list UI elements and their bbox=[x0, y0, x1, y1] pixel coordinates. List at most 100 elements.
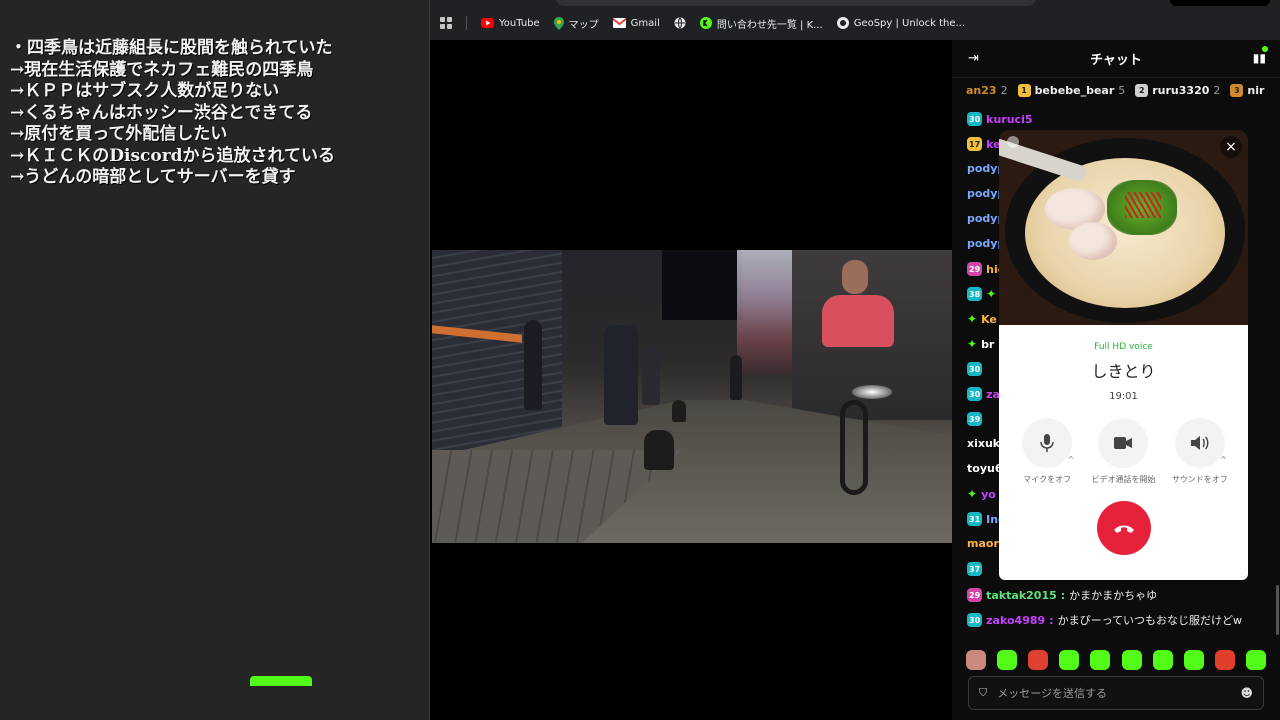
start-video-button[interactable]: ビデオ通話を開始 bbox=[1088, 418, 1158, 485]
subscriber-badge: 29 bbox=[967, 262, 983, 276]
chat-message: ✦ yo bbox=[967, 487, 996, 501]
call-panel: Full HD voice しきとり 19:01 ^ マイクをオフ ビデオ通話を… bbox=[999, 325, 1248, 580]
chevron-up-icon[interactable]: ^ bbox=[1220, 455, 1227, 464]
subscriber-badge: 29 bbox=[967, 588, 983, 602]
control-label: サウンドをオフ bbox=[1171, 475, 1228, 484]
end-call-button[interactable] bbox=[1096, 501, 1151, 555]
video-night-sky bbox=[662, 250, 742, 320]
emote-icon[interactable] bbox=[1152, 650, 1173, 670]
maps-icon bbox=[553, 16, 564, 30]
geospy-icon bbox=[836, 17, 849, 29]
chat-username[interactable]: toyu6 bbox=[967, 462, 1002, 475]
chat-message: 30 zako4989: かまぴーっていつもおなじ服だけどw bbox=[967, 612, 1242, 628]
note-line: →くるちゃんはホッシー渋谷とできてる bbox=[10, 102, 313, 123]
chat-title: チャット bbox=[1090, 53, 1142, 68]
subscriber-badge: 17 bbox=[967, 137, 983, 151]
bookmark-maps[interactable]: マップ bbox=[553, 16, 599, 31]
chat-username[interactable]: taktak2015 bbox=[986, 589, 1057, 602]
emote-icon[interactable] bbox=[966, 650, 986, 670]
leader-name: nir bbox=[1247, 83, 1265, 97]
note-line: →原付を買って外配信したい bbox=[10, 124, 228, 144]
caller-photo: × bbox=[999, 130, 1248, 325]
emoji-picker-icon[interactable]: ☻ bbox=[1240, 686, 1253, 700]
bookmark-label: マップ bbox=[568, 19, 599, 31]
chat-message: ✦ br bbox=[967, 337, 994, 351]
leader-count: 5 bbox=[1118, 83, 1126, 97]
stream-video-frame bbox=[432, 250, 952, 543]
emote-icon[interactable] bbox=[1090, 650, 1111, 670]
call-controls: ^ マイクをオフ ビデオ通話を開始 ^ サウンドをオフ bbox=[999, 418, 1248, 485]
apps-grid-icon[interactable] bbox=[440, 17, 452, 29]
chat-username[interactable]: Ke bbox=[981, 313, 997, 326]
chat-username[interactable]: kuruci5 bbox=[986, 113, 1032, 126]
close-icon[interactable]: × bbox=[1220, 136, 1242, 158]
chat-message-text: かまかまかちゃゆ bbox=[1069, 589, 1158, 602]
chat-scrollbar[interactable] bbox=[1276, 585, 1279, 635]
leaderboard-icon[interactable]: ▮▮ bbox=[1253, 51, 1266, 65]
youtube-icon bbox=[481, 18, 494, 28]
note-line: →ＫＰＰはサブスク人数が足りない bbox=[10, 81, 280, 101]
emote-icon[interactable] bbox=[1121, 650, 1142, 670]
emote-icon[interactable] bbox=[1214, 650, 1235, 670]
chat-username[interactable]: br bbox=[981, 338, 994, 351]
leaderboard-entry[interactable]: 1 bebebe_bear 5 bbox=[1017, 83, 1126, 97]
send-button[interactable] bbox=[250, 676, 312, 686]
leaderboard-entry[interactable]: an23 2 bbox=[966, 84, 1008, 97]
stream-player[interactable] bbox=[432, 40, 952, 720]
chat-message: maori bbox=[967, 537, 1003, 550]
chat-message: toyu6 bbox=[967, 462, 1002, 475]
video-bike-light bbox=[852, 385, 892, 399]
chat-username[interactable]: zako4989 bbox=[986, 614, 1045, 627]
note-line: →ＫＩＣＫのDiscordから追放されている bbox=[10, 145, 336, 166]
video-pedestrian bbox=[642, 345, 660, 405]
window-status-icon bbox=[1007, 136, 1019, 148]
start-video-circle[interactable] bbox=[1098, 418, 1149, 468]
speaker-icon bbox=[1190, 436, 1209, 450]
profile-area[interactable] bbox=[1170, 0, 1270, 6]
emote-icon[interactable] bbox=[1028, 650, 1049, 670]
video-building bbox=[432, 250, 562, 450]
chat-username[interactable]: za bbox=[986, 388, 1000, 401]
bookmark-label: 問い合わせ先一覧 | K... bbox=[716, 19, 823, 31]
chat-message-input[interactable] bbox=[997, 686, 1241, 700]
emote-icon[interactable] bbox=[1245, 650, 1266, 670]
gift-leaderboard: an23 2 1 bebebe_bear 5 2 ruru3320 2 3 ni… bbox=[952, 78, 1280, 102]
gmail-icon bbox=[612, 18, 626, 28]
mute-mic-circle[interactable]: ^ bbox=[1022, 418, 1074, 468]
video-camera-icon bbox=[1114, 437, 1133, 449]
video-bollard bbox=[644, 430, 674, 470]
leaderboard-entry[interactable]: 2 ruru3320 2 bbox=[1135, 83, 1220, 97]
ramen-chili-threads bbox=[1125, 192, 1161, 218]
call-overlay-window: × Full HD voice しきとり 19:01 ^ マイクをオフ ビデオ通… bbox=[999, 130, 1248, 580]
mute-sound-button[interactable]: ^ サウンドをオフ bbox=[1165, 418, 1235, 485]
chevron-up-icon[interactable]: ^ bbox=[1067, 455, 1074, 464]
address-bar[interactable] bbox=[556, 0, 1036, 6]
leaderboard-entry[interactable]: 3 nir bbox=[1230, 83, 1265, 97]
bookmark-globe[interactable] bbox=[674, 17, 686, 29]
chat-username[interactable]: maori bbox=[967, 537, 1003, 550]
call-quality-label: Full HD voice bbox=[1094, 342, 1153, 352]
mute-sound-circle[interactable]: ^ bbox=[1174, 418, 1227, 468]
username-colon: : bbox=[1060, 588, 1066, 602]
chat-input-box[interactable]: ⛉ ☻ bbox=[968, 676, 1264, 710]
chat-username[interactable]: yo bbox=[981, 488, 996, 501]
sparkle-badge-icon: ✦ bbox=[967, 487, 978, 501]
emote-icon[interactable] bbox=[997, 650, 1018, 670]
bookmark-separator bbox=[466, 16, 467, 30]
emote-icon[interactable] bbox=[1059, 650, 1080, 670]
bookmark-label: YouTube bbox=[499, 17, 540, 29]
bookmark-youtube[interactable]: YouTube bbox=[481, 18, 540, 29]
mute-mic-button[interactable]: ^ マイクをオフ bbox=[1012, 418, 1082, 485]
bookmark-kick-contacts[interactable]: 問い合わせ先一覧 | K... bbox=[699, 16, 823, 31]
bookmark-label: GeoSpy | Unlock the... bbox=[853, 17, 966, 29]
subscriber-badge: 30 bbox=[967, 112, 983, 126]
collapse-chat-icon[interactable]: ⇥ bbox=[968, 51, 979, 66]
emote-icon[interactable] bbox=[1183, 650, 1204, 670]
leader-name: an23 bbox=[966, 83, 997, 97]
note-line: ・四季鳥は近藤組長に股間を触られていた bbox=[10, 38, 333, 58]
bookmark-geospy[interactable]: GeoSpy | Unlock the... bbox=[836, 17, 966, 29]
caller-name: しきとり bbox=[1091, 362, 1156, 381]
bookmark-gmail[interactable]: Gmail bbox=[612, 18, 660, 29]
note-line: →うどんの暗部としてサーバーを貸す bbox=[10, 167, 296, 187]
chat-message: 30 za bbox=[967, 387, 1000, 401]
